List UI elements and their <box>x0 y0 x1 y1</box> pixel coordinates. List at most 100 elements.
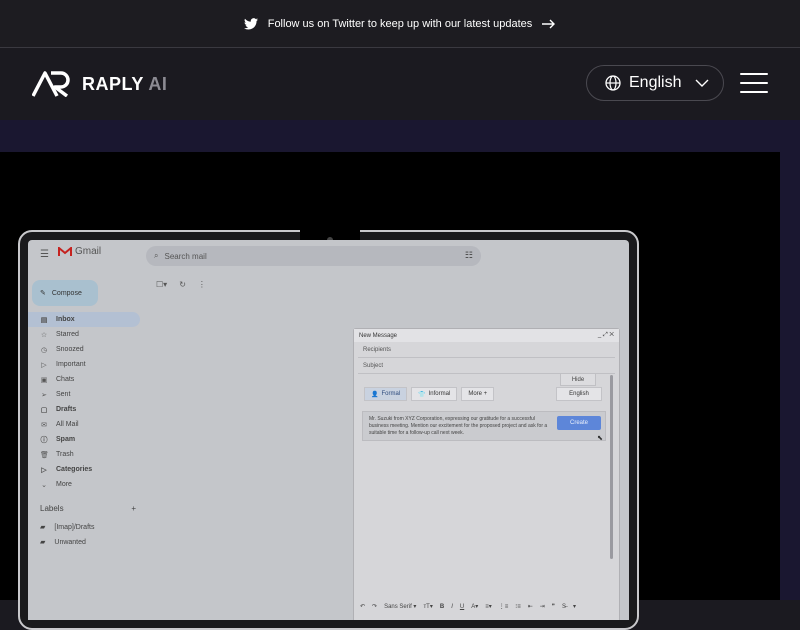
gmail-list-toolbar: ☐▾ ↻ ⋮ <box>156 280 206 289</box>
label-item-text: Unwanted <box>54 538 86 546</box>
refresh-icon[interactable]: ↻ <box>179 280 186 289</box>
raply-logo-icon <box>32 71 70 97</box>
announcement-text[interactable]: Follow us on Twitter to keep up with our… <box>268 18 533 30</box>
site-header: RAPLY AI English <box>0 49 800 120</box>
brand-logo[interactable]: RAPLY AI <box>32 71 167 97</box>
sidebar-item-inbox[interactable]: ▤ Inbox <box>28 312 140 327</box>
more-format-icon[interactable]: ▾ <box>573 603 576 610</box>
align-icon[interactable]: ≡▾ <box>485 603 492 610</box>
recipients-placeholder: Recipients <box>363 346 392 353</box>
language-label: English <box>629 74 682 91</box>
chevron-down-icon: ⌄ <box>41 481 47 489</box>
sidebar-item-all-mail[interactable]: ✉ All Mail <box>28 417 140 432</box>
sidebar-item-label: More <box>56 481 72 488</box>
sidebar-item-snoozed[interactable]: ◷ Snoozed <box>28 342 140 357</box>
gmail-search-input[interactable]: ⌕ Search mail ☷ <box>146 246 481 266</box>
tone-option[interactable]: 👤 Formal <box>364 387 408 401</box>
gmail-menu-icon[interactable]: ☰ <box>40 249 49 260</box>
language-selector[interactable]: English <box>586 65 724 101</box>
add-label-icon[interactable]: + <box>131 504 136 513</box>
sidebar-item-trash[interactable]: 🗑 Trash <box>28 447 140 462</box>
font-select[interactable]: Sans Serif ▾ <box>384 603 416 610</box>
label-item[interactable]: ▰ Unwanted <box>40 536 86 548</box>
gmail-app-name: Gmail <box>75 246 102 257</box>
subject-field[interactable]: Subject <box>358 358 615 374</box>
label-item[interactable]: ▰ [Imap]/Drafts <box>40 521 94 533</box>
font-size-icon[interactable]: тT▾ <box>423 603 432 610</box>
twitter-icon <box>243 17 258 30</box>
search-options-icon[interactable]: ☷ <box>465 250 473 261</box>
underline-icon[interactable]: U <box>460 604 464 610</box>
indent-more-icon[interactable]: ⇥ <box>540 603 545 610</box>
hero-side-strip <box>780 152 800 600</box>
bold-icon[interactable]: B <box>440 604 444 610</box>
hero-demo-area: ☰ Gmail ⌕ Search mail ☷ ☐▾ ↻ ⋮ ✎ Compose <box>0 152 780 630</box>
font-name: Sans Serif <box>384 604 412 610</box>
brand-name-suffix: AI <box>148 73 168 94</box>
sidebar-item-label: Spam <box>56 436 76 443</box>
sidebar-item-label: Starred <box>56 331 79 338</box>
sidebar-item-label: All Mail <box>56 421 79 428</box>
gmail-search-placeholder: Search mail <box>164 251 207 261</box>
sidebar-item-important[interactable]: ▷ Important <box>28 357 140 372</box>
undo-icon[interactable]: ↶ <box>360 603 365 610</box>
tone-icon: 👕 <box>418 391 426 398</box>
bulleted-list-icon[interactable]: ⁝≡ <box>515 603 520 610</box>
recipients-field[interactable]: Recipients <box>358 342 615 358</box>
mouse-cursor-icon: ⬉ <box>597 435 603 442</box>
important-icon: ▷ <box>41 361 47 369</box>
italic-icon[interactable]: I <box>451 604 453 610</box>
strikethrough-icon[interactable]: S̶ <box>562 604 566 610</box>
minimize-icon[interactable]: _ <box>598 332 601 338</box>
hide-button[interactable]: Hide <box>560 373 596 386</box>
hero-band <box>0 120 800 152</box>
formatting-toolbar: ↶ ↷ Sans Serif ▾ тT▾ B I U A▾ ≡▾ ⋮≡ ⁝≡ ⇤… <box>360 603 576 611</box>
compose-label: Compose <box>51 289 82 297</box>
tone-label: More + <box>468 391 488 397</box>
compose-scrollbar[interactable] <box>610 375 613 559</box>
indent-less-icon[interactable]: ⇤ <box>528 603 533 610</box>
compose-window: New Message _ ⤢ ✕ Recipients Subject Hid… <box>353 328 620 620</box>
sidebar-item-label: Categories <box>56 466 93 473</box>
create-button[interactable]: Create <box>557 416 601 430</box>
spam-icon: ⓘ <box>40 436 48 444</box>
brand-name-main: RAPLY <box>82 73 144 94</box>
quote-icon[interactable]: ❞ <box>552 603 555 610</box>
output-language-select[interactable]: English <box>556 387 602 401</box>
close-icon[interactable]: ✕ <box>609 332 614 338</box>
compose-button[interactable]: ✎ Compose <box>32 280 98 306</box>
more-vert-icon[interactable]: ⋮ <box>198 280 206 289</box>
inbox-icon: ▤ <box>40 316 48 324</box>
label-tag-icon: ▰ <box>40 539 46 546</box>
sidebar-item-starred[interactable]: ☆ Starred <box>28 327 140 342</box>
redo-icon[interactable]: ↷ <box>372 603 377 610</box>
sidebar-item-more[interactable]: ⌄ More <box>28 477 140 492</box>
sidebar-item-categories[interactable]: ▷ Categories <box>28 462 140 477</box>
prompt-input[interactable]: Mr. Suzuki from XYZ Corporation, express… <box>362 411 606 441</box>
select-checkbox-icon[interactable]: ☐▾ <box>156 280 167 289</box>
sidebar-item-chats[interactable]: ▣ Chats <box>28 372 140 387</box>
sidebar-item-spam[interactable]: ⓘ Spam <box>28 432 140 447</box>
globe-icon <box>605 75 621 91</box>
announcement-bar[interactable]: Follow us on Twitter to keep up with our… <box>0 0 800 48</box>
sidebar-item-label: Inbox <box>56 316 75 323</box>
gmail-nav: ▤ Inbox ☆ Starred ◷ Snoozed ▷ Important ▣ Chats ➢ S… <box>28 312 140 492</box>
star-icon: ☆ <box>40 331 48 339</box>
subject-placeholder: Subject <box>363 362 384 369</box>
tone-option[interactable]: 👕 Informal <box>411 387 458 401</box>
draft-icon: ▢ <box>40 406 48 414</box>
text-color-icon[interactable]: A▾ <box>471 603 478 610</box>
chevron-down-icon <box>695 79 709 87</box>
sidebar-item-label: Drafts <box>56 406 77 413</box>
numbered-list-icon[interactable]: ⋮≡ <box>499 603 509 610</box>
gmail-logo[interactable]: Gmail <box>58 246 101 257</box>
compose-window-title: New Message <box>359 332 398 339</box>
sidebar-item-label: Important <box>56 361 86 368</box>
expand-icon[interactable]: ⤢ <box>603 332 608 338</box>
tone-label: Informal <box>428 391 451 397</box>
sidebar-item-sent[interactable]: ➢ Sent <box>28 387 140 402</box>
hamburger-icon[interactable] <box>740 73 768 93</box>
sidebar-item-label: Sent <box>56 391 71 398</box>
sidebar-item-drafts[interactable]: ▢ Drafts <box>28 402 140 417</box>
tone-option[interactable]: More + <box>461 387 495 401</box>
